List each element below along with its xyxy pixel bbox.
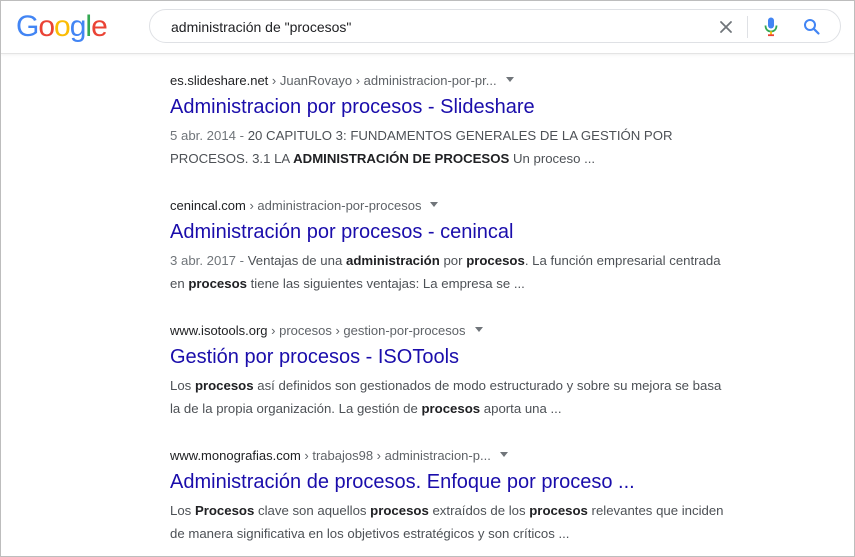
snippet-highlight: procesos [370,503,429,518]
result-url[interactable]: www.monografias.com › trabajos98 › admin… [170,448,508,464]
snippet-line: la de la propia organización. La gestión… [170,398,770,421]
result-snippet: 3 abr. 2017 - Ventajas de una administra… [170,250,770,295]
search-results: es.slideshare.net › JuanRovayo › adminis… [170,67,770,556]
search-result: cenincal.com › administracion-por-proces… [170,192,770,317]
result-path: › JuanRovayo › administracion-por-pr... [268,73,497,88]
snippet-text: Un proceso ... [509,150,596,166]
result-path: › trabajos98 › administracion-p... [300,448,491,463]
result-url[interactable]: www.isotools.org › procesos › gestion-po… [170,323,483,339]
caret-down-icon[interactable] [430,202,439,208]
snippet-text: PROCESOS. 3.1 LA [170,150,294,166]
result-title-link[interactable]: Administración de procesos. Enfoque por … [170,470,635,494]
result-path: › procesos › gestion-por-procesos [267,323,466,338]
result-path: › administracion-por-procesos [245,198,422,213]
snippet-line: de manera significativa en los objetivos… [170,523,770,546]
search-header: Google administración de "procesos" [1,1,854,54]
search-divider [747,16,748,38]
snippet-text: así definidos son gestionados de modo es… [253,378,722,393]
result-domain: es.slideshare.net [170,73,269,88]
snippet-text: aporta una ... [480,400,562,416]
result-snippet: Los Procesos clave son aquellos procesos… [170,500,770,545]
snippet-highlight: procesos [466,253,525,268]
caret-down-icon[interactable] [505,77,514,83]
snippet-text: tiene las siguientes ventajas: La empres… [246,275,525,291]
snippet-highlight: procesos [188,275,247,291]
result-url[interactable]: cenincal.com › administracion-por-proces… [170,198,439,214]
result-title-link[interactable]: Administración por procesos - cenincal [170,220,514,244]
search-icon[interactable] [797,12,827,42]
caret-down-icon[interactable] [474,327,483,333]
logo-letter: g [69,10,87,43]
google-logo[interactable]: Google [16,9,108,45]
snippet-text: 20 CAPITULO 3: FUNDAMENTOS GENERALES DE … [247,128,673,143]
logo-letter: o [54,10,71,43]
close-icon[interactable] [711,12,741,42]
snippet-text: clave son aquellos [254,503,371,518]
logo-letter: G [16,10,39,43]
snippet-text: . La función empresarial centrada [524,253,721,268]
result-snippet: 5 abr. 2014 - 20 CAPITULO 3: FUNDAMENTOS… [170,125,770,170]
search-input[interactable]: administración de "procesos" [171,10,351,44]
result-date: 5 abr. 2014 - [170,128,248,143]
snippet-line: Los procesos así definidos son gestionad… [170,375,770,398]
result-domain: cenincal.com [170,198,246,213]
search-result: www.isotools.org › procesos › gestion-po… [170,317,770,442]
snippet-highlight: procesos [421,400,481,416]
snippet-line: 3 abr. 2017 - Ventajas de una administra… [170,250,770,273]
snippet-text: por [439,253,467,268]
snippet-highlight: procesos [194,378,254,393]
snippet-text: Los [170,503,195,518]
result-domain: www.isotools.org [170,323,268,338]
result-url[interactable]: es.slideshare.net › JuanRovayo › adminis… [170,73,514,89]
search-result: es.slideshare.net › JuanRovayo › adminis… [170,67,770,192]
result-title-link[interactable]: Administracion por procesos - Slideshare [170,95,535,119]
snippet-line: 5 abr. 2014 - 20 CAPITULO 3: FUNDAMENTOS… [170,125,770,148]
snippet-text: la de la propia organización. La gestión… [170,400,422,416]
logo-letter: e [91,10,108,43]
snippet-highlight: procesos [529,503,588,518]
snippet-text: Los [170,378,195,393]
search-box[interactable]: administración de "procesos" [149,9,841,43]
result-title-link[interactable]: Gestión por procesos - ISOTools [170,345,459,369]
snippet-text: en [170,275,189,291]
result-date: 3 abr. 2017 - [170,253,248,268]
snippet-text: relevantes que inciden [587,503,724,518]
caret-down-icon[interactable] [499,452,508,458]
snippet-text: de manera significativa en los objetivos… [170,525,570,541]
result-domain: www.monografias.com [170,448,301,463]
search-result: www.monografias.com › trabajos98 › admin… [170,442,770,556]
snippet-highlight: administración [345,253,440,268]
snippet-line: Los Procesos clave son aquellos procesos… [170,500,770,523]
snippet-text: extraídos de los [428,503,530,518]
snippet-line: en procesos tiene las siguientes ventaja… [170,273,770,296]
logo-letter: o [38,10,55,43]
browser-frame: Google administración de "procesos" es.s… [0,0,855,557]
snippet-highlight: Procesos [194,503,255,518]
snippet-line: PROCESOS. 3.1 LA ADMINISTRACIÓN DE PROCE… [170,148,770,171]
microphone-icon[interactable] [756,12,786,42]
snippet-text: Ventajas de una [247,253,346,268]
snippet-highlight: ADMINISTRACIÓN DE PROCESOS [293,150,510,166]
result-snippet: Los procesos así definidos son gestionad… [170,375,770,420]
